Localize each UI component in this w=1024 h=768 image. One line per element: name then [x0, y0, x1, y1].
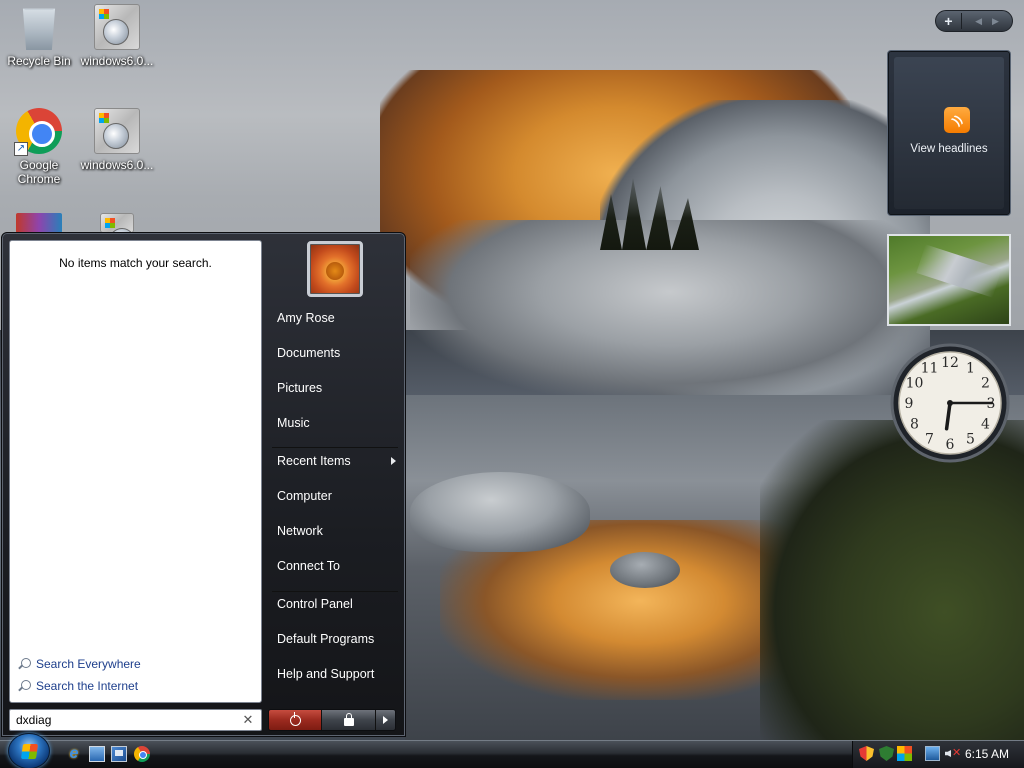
next-gadget-button[interactable]: ▶ [992, 16, 999, 27]
add-gadget-button[interactable]: + [936, 13, 962, 29]
arrow-right-icon [383, 716, 388, 724]
clock-gadget[interactable]: 121234567891011 [889, 342, 1011, 464]
start-item-computer[interactable]: Computer [268, 481, 400, 511]
start-item-music[interactable]: Music [268, 408, 400, 438]
mute-x-icon: ✕ [952, 747, 962, 759]
network-status-icon[interactable] [925, 746, 940, 761]
setup-package-icon [94, 108, 140, 154]
start-menu: No items match your search. Search Every… [1, 232, 406, 737]
clear-search-button[interactable]: ✕ [241, 712, 255, 728]
search-icon [18, 658, 31, 670]
speaker-icon [945, 750, 951, 757]
wallpaper-grass [760, 420, 1024, 740]
view-headlines-link[interactable]: View headlines [894, 143, 1004, 155]
wallpaper-boulder [410, 472, 590, 552]
start-search-input[interactable] [16, 713, 241, 727]
notification-area: ✕ 6:15 AM [852, 741, 1024, 768]
security-center-icon[interactable] [859, 746, 874, 761]
feed-gadget-body: )) View headlines [894, 57, 1004, 209]
internet-explorer-icon[interactable]: e [66, 746, 82, 762]
lock-icon [343, 713, 354, 726]
search-internet-label: Search the Internet [36, 679, 139, 693]
windows-update-icon[interactable] [897, 746, 912, 761]
windows-logo-icon [20, 744, 39, 759]
start-item-network[interactable]: Network [268, 516, 400, 546]
no-results-message: No items match your search. [59, 256, 212, 270]
sidebar-gadget-toolbar: + ◀ ▶ [935, 10, 1013, 32]
desktop-icon-google-chrome[interactable]: ↗ Google Chrome [0, 108, 78, 186]
winrar-icon [16, 213, 62, 233]
start-item-recent-items[interactable]: Recent Items [268, 446, 400, 476]
setup-package-icon [100, 213, 135, 233]
clock-number: 2 [981, 376, 990, 392]
recent-items-label: Recent Items [277, 454, 351, 468]
defender-icon[interactable] [879, 746, 894, 761]
start-button[interactable] [8, 733, 50, 768]
show-desktop-icon[interactable] [89, 746, 105, 762]
desktop-icon-setup-3[interactable] [78, 213, 156, 233]
clock-number: 6 [946, 437, 955, 453]
volume-muted-icon[interactable]: ✕ [944, 746, 962, 761]
desktop-icon-recycle-bin[interactable]: Recycle Bin [0, 4, 78, 68]
switch-windows-icon[interactable] [111, 746, 127, 762]
start-item-help-and-support[interactable]: Help and Support [268, 659, 400, 689]
search-icon [18, 680, 31, 692]
rss-feed-icon: )) [944, 107, 970, 133]
previous-gadget-button[interactable]: ◀ [975, 16, 982, 27]
search-everywhere-label: Search Everywhere [36, 657, 141, 671]
start-item-documents[interactable]: Documents [268, 338, 400, 368]
desktop-icon-label: Recycle Bin [7, 54, 71, 68]
taskbar-clock[interactable]: 6:15 AM [965, 747, 1009, 761]
desktop-icon-winrar[interactable] [0, 213, 78, 233]
clock-number: 8 [910, 417, 919, 433]
power-controls [268, 709, 396, 731]
start-item-connect-to[interactable]: Connect To [268, 551, 400, 581]
search-everywhere-link[interactable]: Search Everywhere [18, 657, 141, 671]
clock-number: 12 [941, 355, 959, 371]
clock-number: 1 [966, 360, 975, 376]
start-item-control-panel[interactable]: Control Panel [268, 589, 400, 619]
feed-headlines-gadget[interactable]: )) View headlines [887, 50, 1011, 216]
desktop-icon-setup-2[interactable]: windows6.0... [78, 108, 156, 172]
search-internet-link[interactable]: Search the Internet [18, 679, 138, 693]
wallpaper-small-rock [610, 552, 680, 588]
clock-number: 7 [925, 432, 934, 448]
rss-glyph: )) [949, 112, 965, 128]
slideshow-gadget[interactable] [887, 234, 1011, 326]
desktop-icon-setup-1[interactable]: windows6.0... [78, 4, 156, 68]
setup-package-icon [94, 4, 140, 50]
desktop-icon-label: windows6.0... [80, 54, 154, 68]
shortcut-arrow-icon: ↗ [14, 142, 28, 156]
clock-number: 10 [906, 376, 924, 392]
chrome-icon: ↗ [14, 108, 62, 156]
power-button[interactable] [269, 710, 321, 730]
start-item-default-programs[interactable]: Default Programs [268, 624, 400, 654]
clock-center-pin [947, 400, 953, 406]
start-item-user-folder[interactable]: Amy Rose [268, 303, 400, 333]
gadget-navigation: ◀ ▶ [962, 16, 1012, 27]
user-account-picture[interactable] [307, 241, 363, 297]
shutdown-options-button[interactable] [375, 710, 395, 730]
power-icon [289, 711, 301, 726]
chrome-quicklaunch-icon[interactable] [134, 746, 150, 762]
clock-number: 9 [905, 396, 914, 412]
clock-number: 5 [966, 432, 975, 448]
desktop-icon-label: windows6.0... [80, 158, 154, 172]
start-search-box: ✕ [9, 709, 262, 731]
recycle-bin-icon [22, 8, 56, 50]
submenu-arrow-icon [391, 457, 396, 465]
clock-number: 11 [921, 360, 939, 376]
lock-button[interactable] [321, 710, 375, 730]
clock-number: 4 [981, 417, 990, 433]
start-item-pictures[interactable]: Pictures [268, 373, 400, 403]
search-results-pane: No items match your search. Search Every… [9, 240, 262, 703]
desktop-icon-label: Google Chrome [17, 158, 61, 186]
